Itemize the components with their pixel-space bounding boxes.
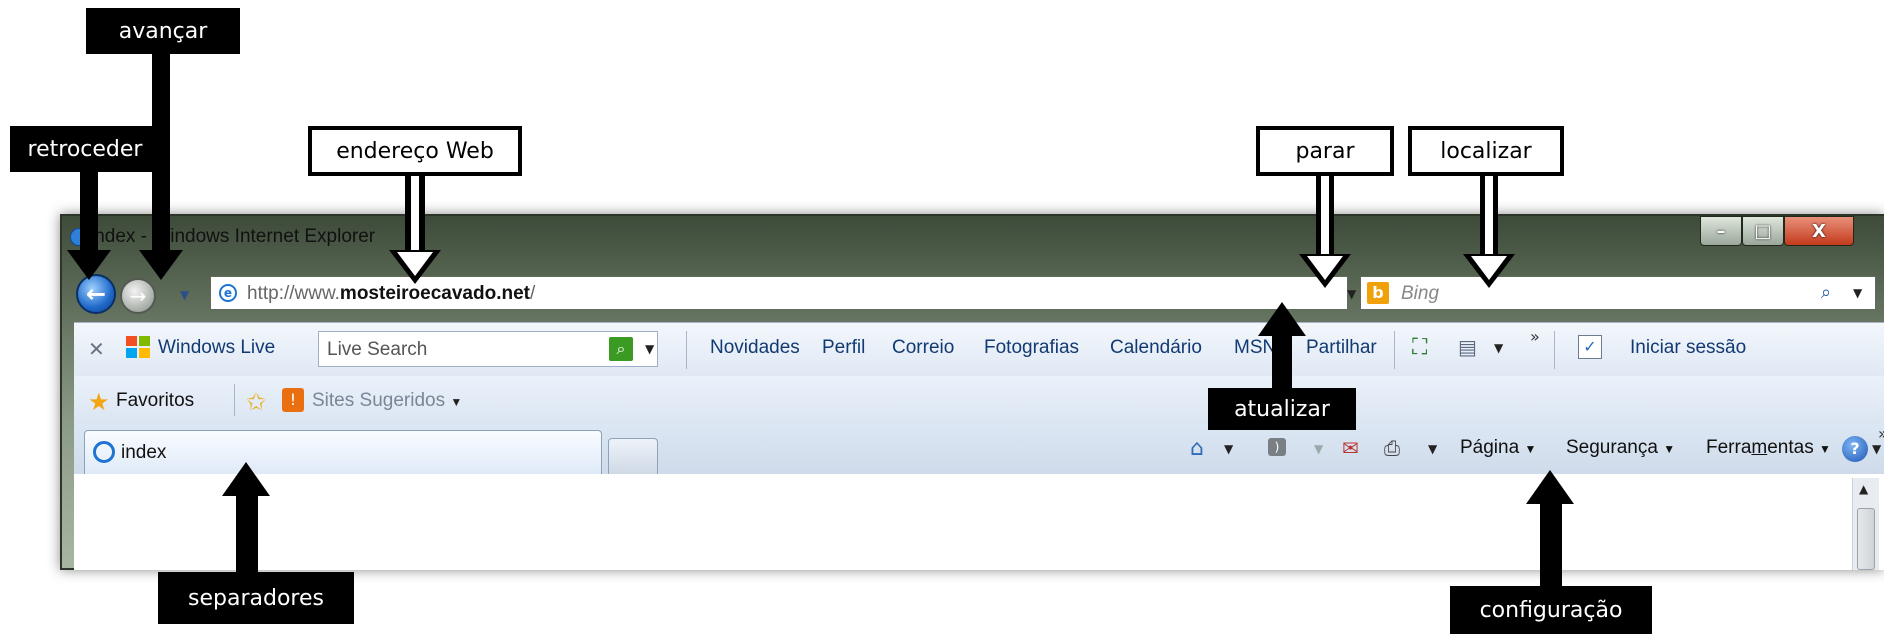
windows-live-toolbar: ✕ Windows Live Live Search ⌕ ▼ Novidades… — [74, 322, 1884, 378]
page-menu[interactable]: Página ▼ — [1460, 437, 1536, 459]
favorites-star-icon[interactable]: ★ — [88, 388, 110, 416]
link-novidades[interactable]: Novidades — [710, 337, 800, 359]
home-icon[interactable]: ⌂ — [1190, 436, 1204, 461]
magnifier-icon[interactable]: ⌕ — [609, 337, 633, 361]
new-tab-button[interactable] — [608, 438, 658, 474]
page-content[interactable]: ▲ — [74, 474, 1884, 570]
suggested-sites-icon: ! — [282, 388, 304, 412]
arrow-head — [222, 462, 270, 496]
divider — [1394, 331, 1395, 369]
tab-row: index ⌂ ▼ ) ▼ ✉ ⎙ ▼ Página ▼ Segurança ▼… — [74, 424, 1884, 475]
chevron-down-icon[interactable]: ▼ — [1872, 442, 1881, 456]
link-calendario[interactable]: Calendário — [1110, 337, 1202, 359]
chevron-down-icon[interactable]: ▼ — [1494, 341, 1503, 355]
arrow-head-inner — [1471, 256, 1507, 280]
mail-icon[interactable]: ✉ — [1342, 436, 1359, 460]
arrow-shaft — [1540, 502, 1562, 586]
callout-stop: parar — [1256, 126, 1394, 176]
sign-in-link[interactable]: Iniciar sessão — [1630, 337, 1746, 359]
window-title: index - Windows Internet Explorer — [90, 226, 376, 247]
share-photo-icon[interactable]: ⛶ — [1412, 335, 1427, 360]
overflow-icon[interactable]: » — [1530, 327, 1540, 346]
suggested-sites-button[interactable]: Sites Sugeridos ▼ — [312, 390, 462, 412]
arrow-head-inner — [397, 252, 433, 276]
vertical-scrollbar[interactable]: ▲ — [1852, 478, 1879, 570]
ie-page-icon — [93, 441, 115, 463]
callout-refresh: atualizar — [1208, 388, 1356, 430]
forward-button[interactable]: → — [120, 278, 156, 314]
maximize-button[interactable]: □ — [1742, 216, 1784, 246]
arrow-head — [1258, 302, 1306, 336]
callout-search: localizar — [1408, 126, 1564, 176]
divider — [234, 384, 235, 416]
address-bar[interactable]: e http://www.mosteiroecavado.net/ ▼ ⎘ ⇆ … — [210, 276, 1462, 310]
back-button[interactable]: ← — [76, 274, 116, 314]
divider — [1554, 331, 1555, 369]
url-text[interactable]: http://www.mosteiroecavado.net/ — [247, 283, 535, 305]
calendar-icon[interactable]: ▤ — [1458, 335, 1477, 359]
link-perfil[interactable]: Perfil — [822, 337, 865, 359]
close-toolbar-icon[interactable]: ✕ — [88, 337, 105, 361]
live-search-input[interactable]: Live Search ⌕ ▼ — [318, 331, 658, 367]
arrow-shaft-inner — [411, 176, 419, 252]
arrow-shaft — [1272, 334, 1292, 390]
chevron-down-icon[interactable]: ▼ — [645, 342, 654, 356]
search-placeholder[interactable]: Bing — [1401, 283, 1439, 305]
minimize-button[interactable]: – — [1700, 216, 1742, 246]
arrow-head — [1526, 470, 1574, 504]
arrow-head — [139, 250, 183, 280]
tools-menu[interactable]: Ferramentas ▼ — [1706, 437, 1831, 459]
chevron-down-icon[interactable]: ▼ — [1314, 442, 1323, 456]
rss-icon[interactable]: ) — [1268, 438, 1286, 456]
callout-address: endereço Web — [308, 126, 522, 176]
address-dropdown-icon[interactable]: ▼ — [1347, 287, 1356, 301]
search-box[interactable]: b Bing ⌕ ▼ — [1360, 276, 1876, 310]
tab-label: index — [121, 442, 167, 463]
forward-arrow-icon: → — [129, 284, 147, 308]
windows-logo-icon — [126, 336, 152, 360]
checkbox-icon[interactable]: ✓ — [1578, 335, 1602, 359]
browser-window: index - Windows Internet Explorer – □ X … — [60, 214, 1884, 570]
chevron-down-icon[interactable]: ▼ — [1224, 442, 1233, 456]
callout-tabs: separadores — [158, 572, 354, 624]
scroll-up-icon[interactable]: ▲ — [1859, 482, 1868, 496]
recent-pages-dropdown[interactable]: ▼ — [180, 288, 189, 302]
safety-menu[interactable]: Segurança ▼ — [1566, 437, 1675, 459]
back-arrow-icon: ← — [85, 280, 107, 308]
help-icon[interactable]: ? — [1842, 436, 1868, 462]
printer-icon[interactable]: ⎙ — [1384, 436, 1400, 460]
scroll-thumb[interactable] — [1857, 508, 1875, 570]
title-bar[interactable]: index - Windows Internet Explorer – □ X — [62, 216, 1884, 256]
chevron-down-icon[interactable]: ▼ — [1428, 442, 1437, 456]
link-fotografias[interactable]: Fotografias — [984, 337, 1079, 359]
arrow-shaft-inner — [1485, 176, 1493, 256]
link-msn[interactable]: MSN — [1234, 337, 1276, 359]
bing-logo-icon: b — [1367, 282, 1389, 304]
divider — [686, 331, 687, 369]
overflow-icon[interactable]: » — [1878, 424, 1884, 443]
add-to-favorites-icon[interactable]: ✩ — [246, 388, 266, 416]
tab-index[interactable]: index — [84, 430, 602, 474]
close-window-button[interactable]: X — [1784, 216, 1854, 246]
favorites-bar: ★ Favoritos ✩ ! Sites Sugeridos ▼ — [74, 376, 1884, 424]
callout-settings: configuração — [1450, 586, 1652, 634]
favorites-button[interactable]: Favoritos — [116, 390, 194, 412]
windows-live-brand[interactable]: Windows Live — [158, 337, 275, 359]
arrow-shaft-inner — [1321, 176, 1329, 256]
arrow-head-inner — [1307, 256, 1343, 280]
search-options-dropdown-icon[interactable]: ▼ — [1853, 286, 1862, 300]
arrow-shaft — [236, 494, 258, 572]
callout-back: retroceder — [10, 126, 160, 172]
link-partilhar[interactable]: Partilhar — [1306, 337, 1377, 359]
live-search-placeholder[interactable]: Live Search — [327, 339, 427, 361]
link-correio[interactable]: Correio — [892, 337, 954, 359]
callout-forward: avançar — [86, 8, 240, 54]
ie-page-icon: e — [219, 284, 237, 302]
arrow-shaft — [80, 172, 98, 252]
arrow-head — [67, 250, 111, 280]
magnifier-icon[interactable]: ⌕ — [1821, 282, 1831, 303]
